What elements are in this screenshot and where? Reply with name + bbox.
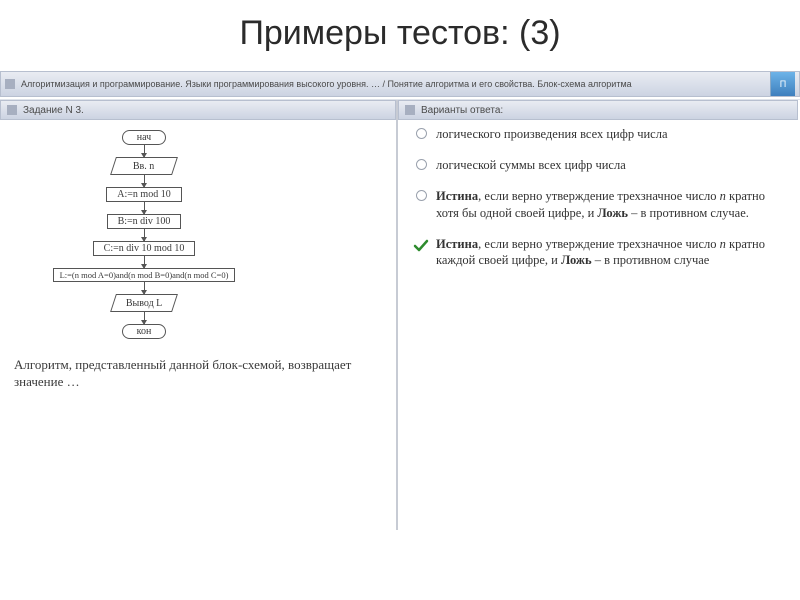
question-text: Алгоритм, представленный данной блок-схе… — [14, 357, 382, 391]
flow-step-4: L:=(n mod A=0)and(n mod B=0)and(n mod C=… — [53, 268, 236, 282]
flow-output: Вывод L — [110, 294, 178, 312]
flow-step-1: A:=n mod 10 — [106, 187, 181, 202]
question-panel: Задание N 3. нач Вв. n A:=n mod 10 B:=n … — [0, 100, 398, 530]
flow-arrow-icon — [144, 145, 145, 157]
answer-text: Истина, если верно утверждение трехзначн… — [430, 236, 784, 270]
answers-header-icon — [405, 105, 415, 115]
flow-step-2: B:=n div 100 — [107, 214, 182, 229]
answer-text: логической суммы всех цифр числа — [430, 157, 784, 174]
flow-arrow-icon — [144, 282, 145, 294]
flow-arrow-icon — [144, 256, 145, 268]
flow-end: кон — [122, 324, 167, 339]
breadcrumb-bar: Алгоритмизация и программирование. Языки… — [0, 71, 800, 97]
breadcrumb-button[interactable]: П — [770, 72, 795, 96]
breadcrumb-icon — [5, 79, 15, 89]
radio-icon — [412, 157, 430, 170]
flow-arrow-icon — [144, 312, 145, 324]
question-header: Задание N 3. — [0, 100, 396, 120]
radio-icon — [412, 188, 430, 201]
answers-body: логического произведения всех цифр числа… — [398, 120, 798, 530]
answers-header-label: Варианты ответа: — [421, 105, 503, 116]
answer-option-3[interactable]: Истина, если верно утверждение трехзначн… — [412, 188, 784, 222]
answer-option-2[interactable]: логической суммы всех цифр числа — [412, 157, 784, 174]
flow-input: Вв. n — [110, 157, 178, 175]
radio-icon — [412, 126, 430, 139]
question-body: нач Вв. n A:=n mod 10 B:=n div 100 C:=n … — [0, 120, 396, 530]
flowchart: нач Вв. n A:=n mod 10 B:=n div 100 C:=n … — [44, 130, 244, 339]
content-panels: Задание N 3. нач Вв. n A:=n mod 10 B:=n … — [0, 99, 800, 530]
answer-option-4[interactable]: Истина, если верно утверждение трехзначн… — [412, 236, 784, 270]
flow-start: нач — [122, 130, 166, 145]
flow-arrow-icon — [144, 229, 145, 241]
flow-arrow-icon — [144, 202, 145, 214]
answer-text: логического произведения всех цифр числа — [430, 126, 784, 143]
answer-option-1[interactable]: логического произведения всех цифр числа — [412, 126, 784, 143]
answers-panel: Варианты ответа: логического произведени… — [398, 100, 798, 530]
flow-arrow-icon — [144, 175, 145, 187]
checkmark-icon — [412, 236, 430, 254]
flow-step-3: C:=n div 10 mod 10 — [93, 241, 196, 256]
question-header-label: Задание N 3. — [23, 105, 84, 116]
slide-title: Примеры тестов: (3) — [0, 14, 800, 53]
answer-text: Истина, если верно утверждение трехзначн… — [430, 188, 784, 222]
question-header-icon — [7, 105, 17, 115]
breadcrumb-text: Алгоритмизация и программирование. Языки… — [21, 79, 770, 89]
answers-header: Варианты ответа: — [398, 100, 798, 120]
